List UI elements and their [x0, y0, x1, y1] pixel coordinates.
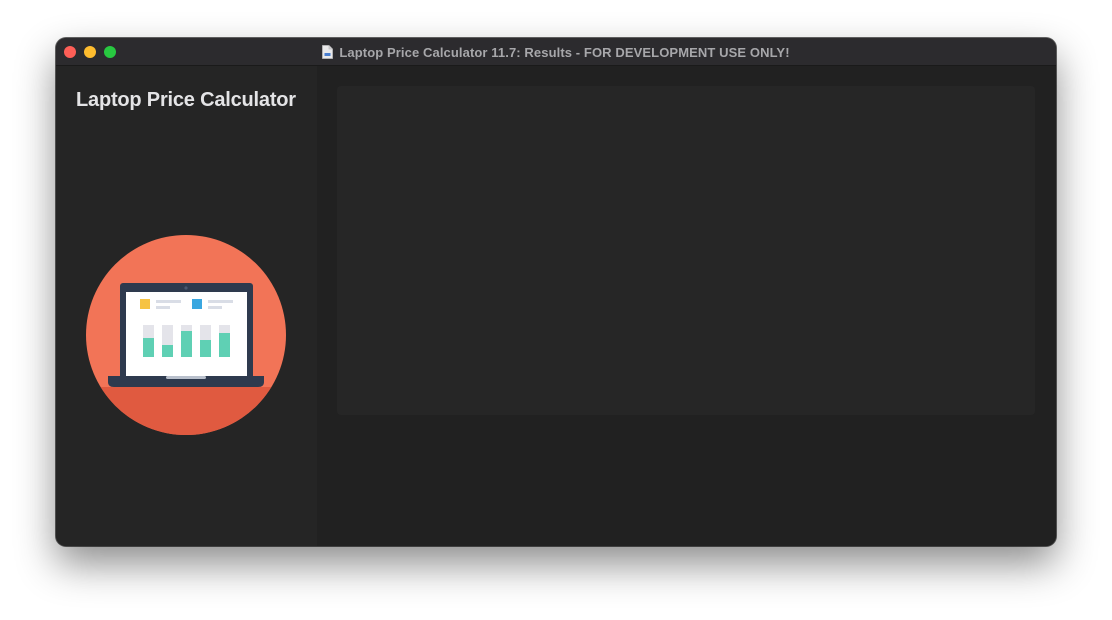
- title-bar[interactable]: Laptop Price Calculator 11.7: Results - …: [56, 38, 1056, 66]
- app-window: Laptop Price Calculator 11.7: Results - …: [56, 38, 1056, 546]
- results-panel[interactable]: [337, 86, 1035, 415]
- laptop-chart-icon: [86, 235, 286, 435]
- main-content: [317, 66, 1056, 546]
- sidebar: Laptop Price Calculator: [56, 66, 317, 546]
- app-title: Laptop Price Calculator: [76, 89, 296, 111]
- window-title-group: Laptop Price Calculator 11.7: Results - …: [56, 38, 1056, 66]
- window-title: Laptop Price Calculator 11.7: Results - …: [339, 44, 790, 60]
- document-icon: [322, 45, 334, 59]
